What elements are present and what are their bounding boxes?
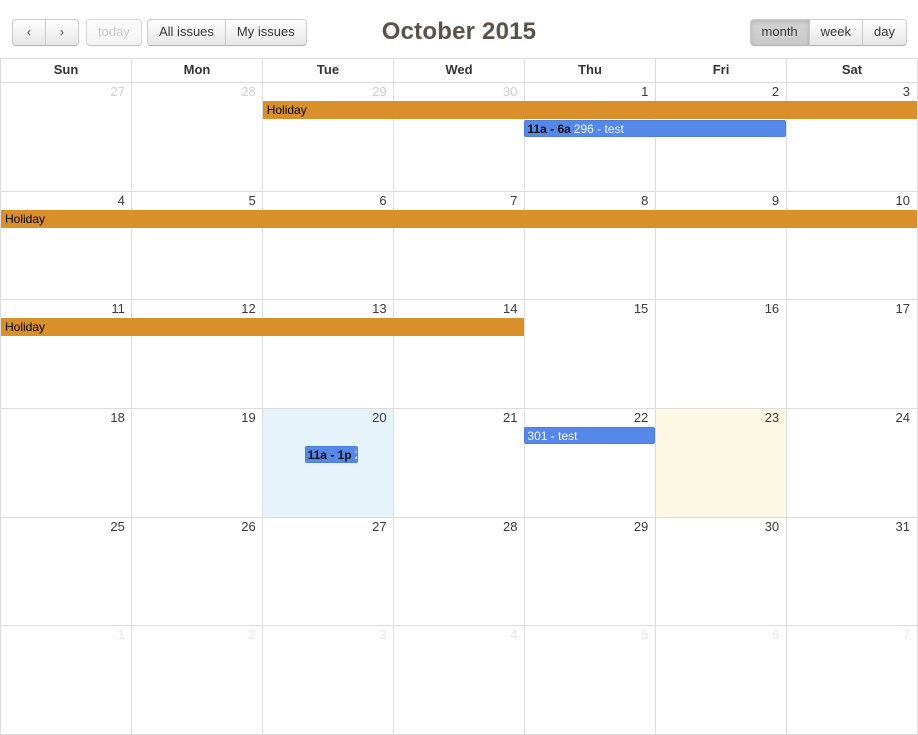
calendar-week-row: 27 28 29 30 1 2 3 Holiday 11a - 6a 296 - test <box>1 83 917 192</box>
calendar-event-issue-297[interactable]: 11a - 1p297 - Test <box>304 446 359 464</box>
view-day-button[interactable]: day <box>862 19 907 46</box>
day-of-week-fri: Fri <box>655 59 786 82</box>
calendar-week-row: 18192021222324301 - test11a - 1p297 - Te… <box>1 409 917 518</box>
calendar-event-holiday-w2[interactable]: Holiday <box>1 209 917 228</box>
week-events-layer: Holiday <box>1 318 917 408</box>
day-of-week-header: Sun Mon Tue Wed Thu Fri Sat <box>1 59 917 83</box>
event-title: Holiday <box>5 320 46 335</box>
next-month-button[interactable]: › <box>45 19 79 46</box>
day-of-week-mon: Mon <box>131 59 262 82</box>
issue-filter-button-group: All issues My issues <box>147 19 307 46</box>
today-button[interactable]: today <box>86 19 142 46</box>
event-title: 296 - test <box>573 122 624 136</box>
today-button-group: today <box>86 19 142 46</box>
event-time: 11a - 6a <box>527 122 571 136</box>
all-issues-button[interactable]: All issues <box>147 19 226 46</box>
day-of-week-tue: Tue <box>262 59 393 82</box>
day-of-week-wed: Wed <box>393 59 524 82</box>
week-events-layer <box>1 644 917 734</box>
week-events-layer: 301 - test 11a - 1p297 - Test <box>1 427 917 517</box>
event-title: 297 - Test <box>355 448 358 462</box>
calendar-week-row: 25 26 27 28 29 30 31 <box>1 517 917 627</box>
calendar-event-holiday-w1[interactable]: Holiday <box>262 101 917 119</box>
calendar-toolbar: ‹ › today All issues My issues October 2… <box>0 0 918 58</box>
my-issues-button[interactable]: My issues <box>224 19 307 46</box>
calendar-event-issue-296[interactable]: 11a - 6a 296 - test <box>524 120 787 137</box>
event-title: 301 - test <box>527 429 578 444</box>
calendar-week-row: 11 12 13 14 15 16 17 Holiday <box>1 300 917 410</box>
view-month-button[interactable]: month <box>749 19 810 46</box>
day-of-week-thu: Thu <box>524 59 655 82</box>
prev-month-button[interactable]: ‹ <box>12 19 46 46</box>
month-calendar: Sun Mon Tue Wed Thu Fri Sat 27 28 29 30 1 2 3 Holiday… <box>0 58 918 735</box>
week-events-layer: Holiday 11a - 6a 296 - test <box>1 101 917 191</box>
calendar-event-holiday-w3[interactable]: Holiday <box>1 318 525 337</box>
view-switch-button-group: month week day <box>749 19 907 46</box>
calendar-week-row: 4 5 6 7 8 9 10 Holiday <box>1 191 917 301</box>
event-time: 11a - 1p <box>307 448 352 463</box>
calendar-event-issue-301[interactable]: 301 - test <box>524 427 656 445</box>
day-of-week-sun: Sun <box>53 62 79 77</box>
event-title: Holiday <box>5 211 46 226</box>
event-title: Holiday <box>266 103 307 117</box>
day-of-week-sat: Sat <box>786 59 917 82</box>
calendar-weeks: 27 28 29 30 1 2 3 Holiday 11a - 6a 296 - test 4 5 6 7… <box>1 83 917 735</box>
week-events-layer <box>1 536 917 626</box>
calendar-week-row: 1234567 <box>1 626 917 735</box>
view-week-button[interactable]: week <box>808 19 864 46</box>
nav-button-group: ‹ › <box>12 19 79 46</box>
week-events-layer: Holiday <box>1 209 917 300</box>
